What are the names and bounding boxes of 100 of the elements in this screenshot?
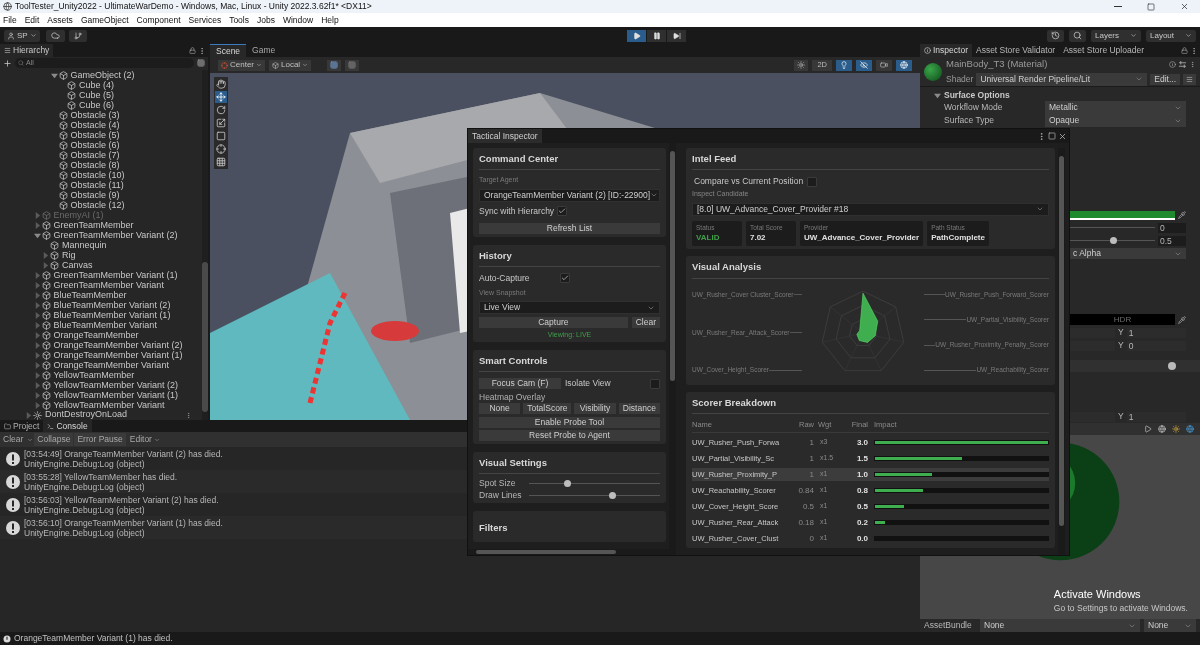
panel-tab[interactable]: Asset Store Uploader (1059, 44, 1148, 57)
close-icon[interactable] (1180, 2, 1189, 11)
play-button[interactable] (627, 29, 647, 42)
filter-icon[interactable] (197, 59, 205, 67)
hierarchy-item[interactable]: Cube (4) (79, 80, 114, 90)
enable-probe-button[interactable]: Enable Probe Tool (479, 417, 660, 428)
menu-item[interactable]: Help (321, 13, 339, 27)
focus-cam-button[interactable]: Focus Cam (F) (479, 378, 561, 390)
field-dropdown[interactable]: Opaque (1045, 114, 1186, 127)
layers-dropdown[interactable]: Layers (1091, 29, 1141, 42)
menu-item[interactable]: Edit (24, 13, 40, 27)
help-icon[interactable] (1169, 61, 1176, 68)
hierarchy-item[interactable]: GreenTeamMember Variant (1) (53, 270, 178, 280)
hierarchy-item[interactable]: Cube (6) (79, 100, 114, 110)
panel-tab[interactable]: Hierarchy (0, 44, 54, 57)
refresh-list-button[interactable]: Refresh List (479, 222, 660, 234)
shading-icon[interactable] (797, 61, 806, 69)
number-field[interactable] (1070, 340, 1115, 351)
scale-icon[interactable] (215, 117, 227, 129)
collapse-arrow-icon[interactable] (33, 321, 41, 329)
asset-variant-dropdown[interactable]: None (1144, 619, 1196, 632)
hierarchy-item[interactable]: YellowTeamMember (53, 370, 135, 380)
heatmap-button[interactable]: TotalScore (523, 403, 572, 414)
hierarchy-item[interactable]: OrangeTeamMember Variant (2) (53, 340, 183, 350)
heatmap-button[interactable]: Distance (618, 403, 660, 414)
scrollbar[interactable] (1058, 148, 1065, 555)
collapse-arrow-icon[interactable] (33, 281, 41, 289)
collapse-arrow-icon[interactable] (33, 341, 41, 349)
panel-tab[interactable]: Game (246, 44, 282, 57)
hierarchy-item[interactable]: Obstacle (4) (70, 120, 120, 130)
hierarchy-item[interactable]: Rig (62, 250, 76, 260)
hierarchy-item[interactable]: Obstacle (9) (70, 190, 120, 200)
hand-icon[interactable] (215, 78, 227, 90)
hierarchy-item[interactable]: YellowTeamMember Variant (2) (53, 380, 179, 390)
menu-icon[interactable] (1186, 75, 1193, 83)
number-field[interactable] (1070, 411, 1115, 422)
search-icon[interactable] (1073, 31, 1082, 40)
hierarchy-item[interactable]: GreenTeamMember Variant (53, 280, 164, 290)
close-icon[interactable] (1058, 131, 1067, 141)
shader-dropdown[interactable]: Universal Render Pipeline/Lit (976, 72, 1148, 86)
collapse-arrow-icon[interactable] (33, 311, 41, 319)
target-agent-dropdown[interactable]: OrangeTeamMember Variant (2) [ID:-22900] (479, 188, 660, 202)
hierarchy-item[interactable]: YellowTeamMember Variant (1) (53, 390, 179, 400)
slider-thumb[interactable] (564, 480, 571, 488)
hierarchy-item[interactable]: Obstacle (7) (70, 150, 120, 160)
pause-button[interactable] (647, 29, 667, 42)
help-icon[interactable] (1168, 362, 1176, 370)
collapse-arrow-icon[interactable] (33, 221, 41, 229)
hierarchy-item[interactable]: GreenTeamMember (53, 220, 134, 230)
number-field[interactable]: 0 (1126, 340, 1186, 351)
account-dropdown[interactable]: SP (4, 29, 40, 42)
number-field[interactable]: 1 (1126, 327, 1186, 338)
menu-item[interactable]: Window (282, 13, 314, 27)
checkbox[interactable] (807, 176, 818, 187)
collapse-arrow-icon[interactable] (42, 251, 49, 259)
grid-icon[interactable] (215, 156, 227, 168)
checkbox[interactable] (557, 206, 568, 217)
play-icon[interactable] (1144, 425, 1152, 433)
hierarchy-item[interactable]: OrangeTeamMember Variant (53, 360, 169, 370)
more-icon[interactable] (1037, 131, 1046, 141)
menu-item[interactable]: Services (188, 13, 222, 27)
hierarchy-item[interactable]: Obstacle (8) (70, 160, 120, 170)
expand-arrow-icon[interactable] (33, 231, 41, 239)
hierarchy-item[interactable]: OrangeTeamMember (53, 330, 139, 340)
collapse-arrow-icon[interactable] (33, 271, 41, 279)
eyedropper-icon[interactable] (1178, 315, 1186, 324)
checkbox[interactable] (559, 273, 570, 284)
step-button[interactable] (667, 29, 687, 42)
menu-item[interactable]: Tools (229, 13, 249, 27)
space-dropdown[interactable]: Local (269, 59, 312, 71)
number-field[interactable] (1070, 327, 1115, 338)
hierarchy-item[interactable]: BlueTeamMember Variant (53, 320, 157, 330)
window-tab[interactable]: Tactical Inspector (468, 129, 542, 143)
panel-tab[interactable]: Inspector (920, 44, 972, 57)
menu-item[interactable]: Component (136, 13, 181, 27)
menu-item[interactable]: Assets (47, 13, 73, 27)
hierarchy-item[interactable]: Cube (5) (79, 90, 114, 100)
color-swatch[interactable] (1070, 210, 1175, 220)
camera-icon[interactable] (880, 61, 888, 69)
collapse-arrow-icon[interactable] (42, 261, 49, 269)
number-field[interactable]: 1 (1126, 411, 1186, 422)
rect-icon[interactable] (215, 130, 227, 142)
heatmap-button[interactable]: None (479, 403, 521, 414)
hierarchy-item[interactable]: Obstacle (6) (70, 140, 120, 150)
menu-item[interactable]: Jobs (257, 13, 275, 27)
crosshair-icon[interactable] (215, 143, 227, 155)
collapse-arrow-icon[interactable] (33, 301, 41, 309)
menu-item[interactable]: GameObject (80, 13, 129, 27)
collapse-arrow-icon[interactable] (33, 361, 41, 369)
collapse-arrow-icon[interactable] (33, 351, 41, 359)
hierarchy-item[interactable]: BlueTeamMember Variant (2) (53, 300, 171, 310)
collapse-arrow-icon[interactable] (33, 211, 41, 219)
cloud-icon[interactable] (50, 31, 60, 40)
history-icon[interactable] (1051, 31, 1060, 40)
add-icon[interactable] (3, 58, 12, 68)
clear-button[interactable]: Clear (0, 433, 27, 446)
move-icon[interactable] (215, 91, 227, 103)
collapse-arrow-icon[interactable] (33, 401, 41, 409)
hierarchy-item[interactable]: OrangeTeamMember Variant (1) (53, 350, 183, 360)
more-icon[interactable] (198, 46, 206, 55)
